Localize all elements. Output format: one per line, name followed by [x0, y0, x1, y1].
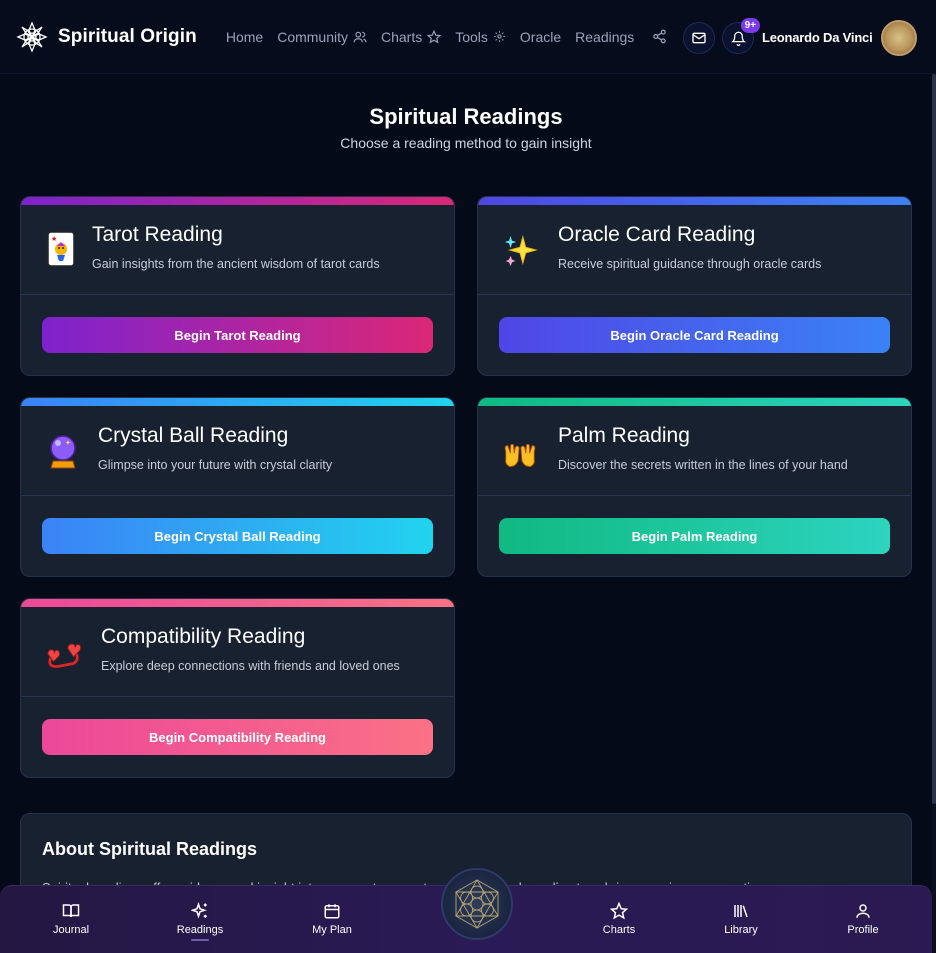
library-icon	[734, 905, 748, 918]
card-title: Compatibility Reading	[101, 625, 306, 648]
nav-tools[interactable]: Tools	[455, 29, 506, 45]
notifications-button[interactable]: 9+	[722, 18, 760, 54]
bottom-nav-library[interactable]: Library	[701, 902, 781, 936]
card-description: Gain insights from the ancient wisdom of…	[92, 257, 380, 271]
mail-icon	[692, 32, 706, 44]
nav-readings[interactable]: Readings	[575, 29, 634, 45]
palm-reading-card: Palm Reading Discover the secrets writte…	[477, 397, 912, 577]
begin-crystal-ball-reading-button[interactable]: Begin Crystal Ball Reading	[42, 518, 433, 554]
card-title: Tarot Reading	[92, 223, 223, 246]
gear-icon	[494, 31, 505, 42]
tarot-card-icon: ★	[43, 231, 79, 267]
begin-tarot-reading-button[interactable]: Begin Tarot Reading	[42, 317, 433, 353]
brand-name: Spiritual Origin	[58, 25, 197, 47]
bottom-nav-label: Readings	[176, 924, 224, 936]
bottom-nav-journal[interactable]: Journal	[31, 902, 111, 936]
card-header: Oracle Card Reading Receive spiritual gu…	[478, 205, 911, 295]
svg-text:★: ★	[51, 235, 57, 243]
book-icon	[62, 904, 80, 918]
metatron-cube-home-button[interactable]	[441, 868, 513, 940]
main-nav: Home Community Charts Tools Oracle Readi…	[226, 26, 670, 48]
messages-button[interactable]	[683, 22, 715, 54]
nav-tools-label: Tools	[455, 28, 488, 45]
open-hands-icon	[502, 438, 538, 474]
nav-readings-label: Readings	[575, 28, 635, 45]
calendar-icon	[324, 904, 340, 919]
star-icon	[427, 29, 442, 44]
top-navigation: Spiritual Origin Home Community Charts T…	[0, 0, 936, 74]
bottom-nav-label: Charts	[602, 924, 636, 936]
crystal-ball-reading-card: ✦ Crystal Ball Reading Glimpse into your…	[20, 397, 455, 577]
card-accent-bar	[478, 197, 911, 205]
share-button[interactable]	[648, 26, 670, 48]
nav-oracle[interactable]: Oracle	[520, 29, 561, 45]
crystal-ball-icon: ✦	[45, 434, 81, 470]
scrollbar-thumb[interactable]	[932, 74, 936, 804]
bottom-nav-label: Profile	[847, 924, 879, 936]
card-accent-bar	[478, 398, 911, 406]
bottom-nav-my-plan[interactable]: My Plan	[292, 902, 372, 936]
mandala-logo-icon	[16, 20, 48, 53]
bottom-nav-label: Library	[724, 924, 758, 936]
begin-palm-reading-button[interactable]: Begin Palm Reading	[499, 518, 890, 554]
oracle-card-reading-card: Oracle Card Reading Receive spiritual gu…	[477, 196, 912, 376]
nav-charts-label: Charts	[381, 28, 423, 45]
nav-charts[interactable]: Charts	[381, 28, 442, 45]
bottom-nav-charts[interactable]: Charts	[579, 902, 659, 936]
sparkles-icon	[191, 902, 207, 919]
card-title: Palm Reading	[558, 424, 690, 447]
card-title: Crystal Ball Reading	[98, 424, 289, 447]
nav-home[interactable]: Home	[226, 29, 263, 45]
star-icon	[610, 902, 628, 920]
begin-compatibility-reading-button[interactable]: Begin Compatibility Reading	[42, 719, 433, 755]
bottom-nav-label: My Plan	[312, 924, 352, 936]
share-icon	[653, 29, 666, 44]
nav-home-label: Home	[225, 28, 264, 45]
users-icon	[353, 31, 367, 42]
bottom-nav-profile[interactable]: Profile	[823, 902, 903, 936]
page-title: Spiritual Readings	[369, 104, 563, 129]
card-header: Compatibility Reading Explore deep conne…	[21, 607, 454, 697]
user-icon	[856, 904, 870, 918]
card-description: Receive spiritual guidance through oracl…	[558, 257, 822, 271]
svg-text:✦: ✦	[65, 439, 71, 447]
bottom-nav-readings[interactable]: Readings	[160, 902, 240, 941]
user-name[interactable]: Leonardo Da Vinci	[762, 30, 873, 45]
active-indicator	[191, 939, 209, 941]
notification-badge: 9+	[740, 18, 760, 33]
card-header: Palm Reading Discover the secrets writte…	[478, 406, 911, 496]
card-header: ★ Tarot Reading Gain insights from the a…	[21, 205, 454, 295]
card-accent-bar	[21, 197, 454, 205]
bottom-nav-label: Journal	[52, 924, 90, 936]
card-description: Discover the secrets written in the line…	[558, 458, 848, 472]
nav-oracle-label: Oracle	[519, 28, 562, 45]
card-description: Glimpse into your future with crystal cl…	[98, 458, 333, 472]
card-description: Explore deep connections with friends an…	[101, 659, 400, 673]
nav-community-label: Community	[277, 28, 348, 45]
card-header: ✦ Crystal Ball Reading Glimpse into your…	[21, 406, 454, 496]
begin-oracle-card-reading-button[interactable]: Begin Oracle Card Reading	[499, 317, 890, 353]
bell-icon	[730, 31, 746, 46]
sparkles-icon	[502, 233, 538, 269]
card-accent-bar	[21, 599, 454, 607]
card-title: Oracle Card Reading	[558, 223, 756, 246]
about-title: About Spiritual Readings	[42, 839, 258, 859]
compatibility-reading-card: Compatibility Reading Explore deep conne…	[20, 598, 455, 778]
sacred-geometry-icon	[455, 879, 499, 929]
avatar[interactable]	[881, 20, 917, 56]
revolving-hearts-icon	[45, 637, 81, 673]
nav-community[interactable]: Community	[277, 29, 367, 45]
brand[interactable]: Spiritual Origin	[16, 20, 197, 53]
card-accent-bar	[21, 398, 454, 406]
page-subtitle: Choose a reading method to gain insight	[340, 135, 592, 151]
tarot-reading-card: ★ Tarot Reading Gain insights from the a…	[20, 196, 455, 376]
